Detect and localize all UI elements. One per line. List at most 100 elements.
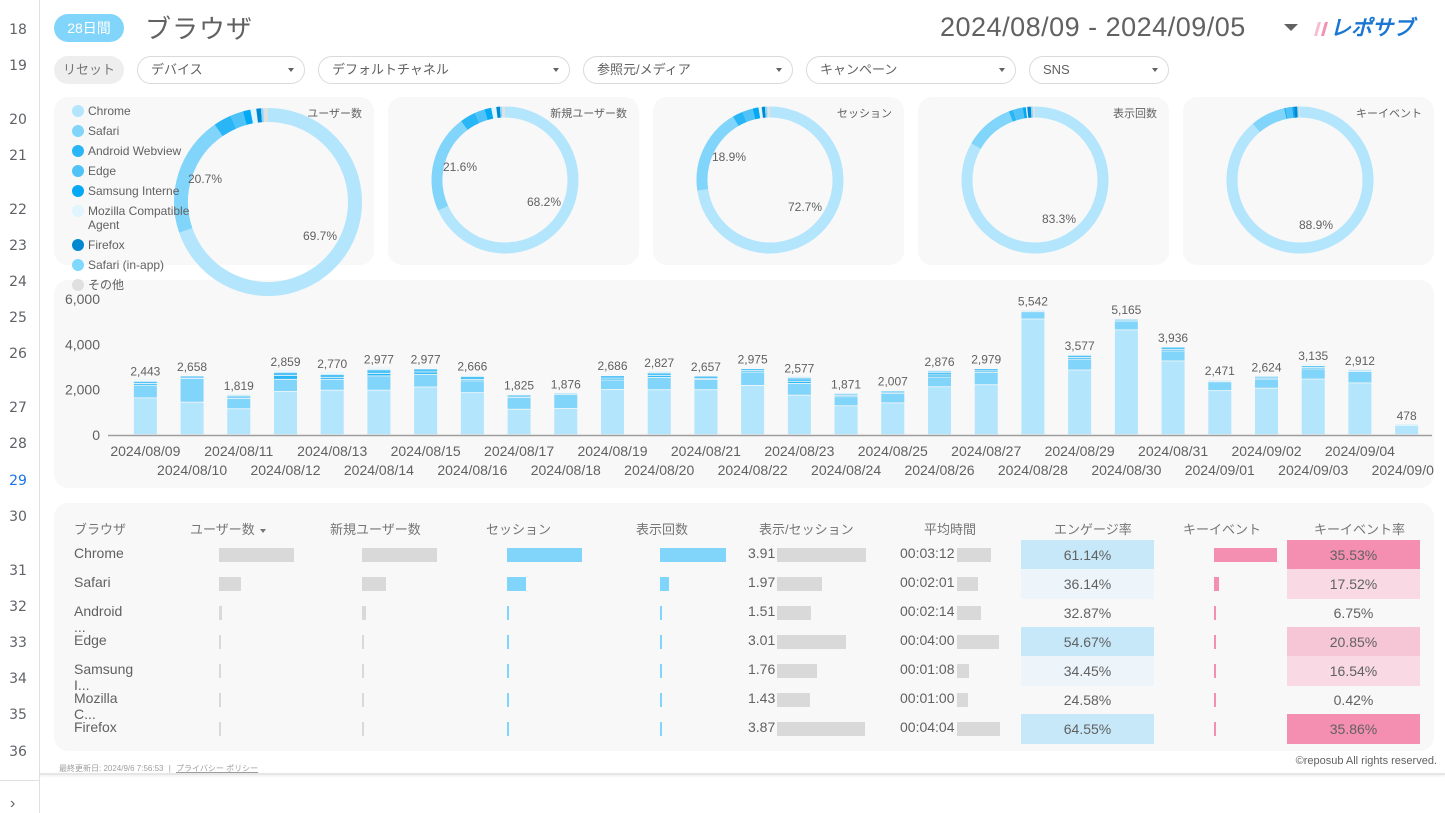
views-bar	[660, 722, 662, 736]
page-link-32[interactable]: 32	[0, 599, 36, 615]
donut-slice-android-webview[interactable]	[214, 115, 237, 137]
donut-slice-edge[interactable]	[742, 108, 756, 123]
bar-segment-safari	[274, 379, 297, 392]
legend-item[interactable]: Firefox	[72, 238, 202, 252]
column-header[interactable]: 新規ユーザー数	[330, 519, 421, 538]
bar-2024/08/16[interactable]	[460, 374, 484, 435]
column-header[interactable]: エンゲージ率	[1054, 519, 1132, 538]
column-header[interactable]: ユーザー数	[190, 519, 266, 538]
donut-slice-mozilla-compatible-agent[interactable]	[491, 107, 498, 119]
column-header[interactable]: キーイベント	[1183, 519, 1261, 538]
bar-2024/08/27[interactable]	[974, 367, 998, 435]
page-link-28[interactable]: 28	[0, 436, 36, 452]
page-link-30[interactable]: 30	[0, 509, 36, 525]
column-header-label: エンゲージ率	[1054, 522, 1132, 537]
bar-2024/08/18[interactable]	[554, 393, 578, 435]
column-header[interactable]: キーイベント率	[1314, 519, 1405, 538]
bar-2024/09/02[interactable]	[1255, 376, 1278, 435]
bar-total-label: 2,443	[130, 365, 160, 379]
legend-item[interactable]: Safari	[72, 124, 202, 138]
donut-slice-samsung-internet[interactable]	[752, 107, 761, 120]
views-bar	[660, 606, 662, 620]
bar-segment-chrome	[507, 409, 531, 435]
bar-2024/08/17[interactable]	[507, 393, 531, 435]
legend-item[interactable]: Android Webview	[72, 144, 202, 158]
donut-slice-samsung-internet[interactable]	[484, 107, 494, 120]
donut-slice-safari[interactable]	[1252, 108, 1287, 133]
legend-item[interactable]: Mozilla Compatible Agent	[72, 204, 202, 232]
bar-2024/09/01[interactable]	[1208, 380, 1232, 435]
donut-slice-edge[interactable]	[474, 109, 488, 123]
bar-2024/09/03[interactable]	[1301, 363, 1325, 435]
bar-2024/08/30[interactable]	[1114, 319, 1138, 435]
page-link-34[interactable]: 34	[0, 671, 36, 687]
donut-slice-safari[interactable]	[971, 111, 1013, 150]
bar-2024/08/25[interactable]	[881, 389, 905, 435]
bar-2024/08/31[interactable]	[1161, 345, 1185, 435]
bar-2024/08/12[interactable]	[274, 370, 297, 435]
bar-2024/08/21[interactable]	[694, 374, 718, 435]
bar-2024/08/28[interactable]	[1021, 310, 1045, 435]
bar-2024/08/15[interactable]	[414, 367, 438, 435]
chevron-right-icon[interactable]: ›	[10, 795, 15, 813]
x-tick-label: 2024/09/03	[1278, 462, 1348, 478]
legend-swatch	[72, 185, 84, 197]
bar-2024/09/04[interactable]	[1348, 369, 1372, 435]
page-link-29[interactable]: 29	[0, 466, 36, 496]
donut-slice-android-webview[interactable]	[461, 112, 480, 130]
bar-total-label: 2,577	[784, 362, 814, 376]
column-header[interactable]: 平均時間	[924, 519, 976, 538]
privacy-policy-link[interactable]: プライバシー ポリシー	[176, 764, 258, 773]
page-link-35[interactable]: 35	[0, 707, 36, 723]
bar-2024/08/11[interactable]	[227, 393, 251, 435]
bar-2024/08/10[interactable]	[180, 374, 204, 435]
donut-slice-edge[interactable]	[1013, 107, 1025, 121]
sort-descending-icon[interactable]	[259, 528, 266, 533]
page-link-31[interactable]: 31	[0, 563, 36, 579]
bar-2024/08/24[interactable]	[834, 392, 858, 435]
column-header[interactable]: 表示/セッション	[759, 519, 854, 538]
legend-item[interactable]: その他	[72, 278, 202, 292]
bar-2024/08/23[interactable]	[787, 376, 811, 435]
bar-2024/08/22[interactable]	[741, 367, 765, 435]
bar-2024/09/05[interactable]	[1395, 424, 1419, 435]
page-link-33[interactable]: 33	[0, 635, 36, 651]
legend-label: Edge	[88, 164, 117, 178]
browser-name-cell: Firefox	[74, 719, 117, 735]
donut-slice-android-webview[interactable]	[732, 111, 747, 127]
page-link-26[interactable]: 26	[0, 346, 36, 362]
donut-percent-label: 72.7%	[788, 200, 822, 214]
legend-item[interactable]: Edge	[72, 164, 202, 178]
donut-slice-samsung-internet[interactable]	[242, 109, 254, 125]
bar-2024/08/13[interactable]	[320, 372, 344, 435]
bar-segment-edge	[974, 369, 998, 371]
page-link-36[interactable]: 36	[0, 744, 36, 760]
bar-segment-chrome	[694, 390, 718, 435]
bar-2024/08/09[interactable]	[133, 379, 157, 435]
bar-segment-others	[274, 370, 297, 372]
donut-slice-edge[interactable]	[230, 111, 247, 129]
legend-item[interactable]: Chrome	[72, 104, 202, 118]
browser-name-cell: Chrome	[74, 545, 124, 561]
bar-2024/08/14[interactable]	[367, 367, 391, 435]
bar-segment-edge	[507, 395, 531, 396]
donut-chart-1: 68.2% 21.6%	[431, 106, 579, 254]
bar-segment-edge	[1301, 366, 1325, 368]
donut-slice-mozilla-compatible-agent[interactable]	[250, 108, 259, 124]
avg-time-cell: 00:04:00	[900, 632, 955, 648]
donut-slice-edge[interactable]	[1285, 106, 1294, 119]
bar-2024/08/29[interactable]	[1068, 353, 1092, 435]
page-link-27[interactable]: 27	[0, 400, 36, 416]
bar-2024/08/19[interactable]	[601, 374, 624, 435]
legend-item[interactable]: Samsung Interne	[72, 184, 202, 198]
column-header[interactable]: セッション	[486, 519, 551, 538]
bar-segment-android-webview	[507, 396, 531, 398]
bar-segment-edge	[460, 376, 484, 380]
bar-segment-edge	[1068, 355, 1092, 358]
legend-item[interactable]: Safari (in-app)	[72, 258, 202, 272]
column-header[interactable]: ブラウザ	[74, 519, 126, 538]
bar-2024/08/20[interactable]	[647, 370, 671, 435]
column-header[interactable]: 表示回数	[636, 519, 688, 538]
donut-slice-android-webview[interactable]	[1008, 109, 1017, 122]
bar-2024/08/26[interactable]	[928, 369, 951, 435]
